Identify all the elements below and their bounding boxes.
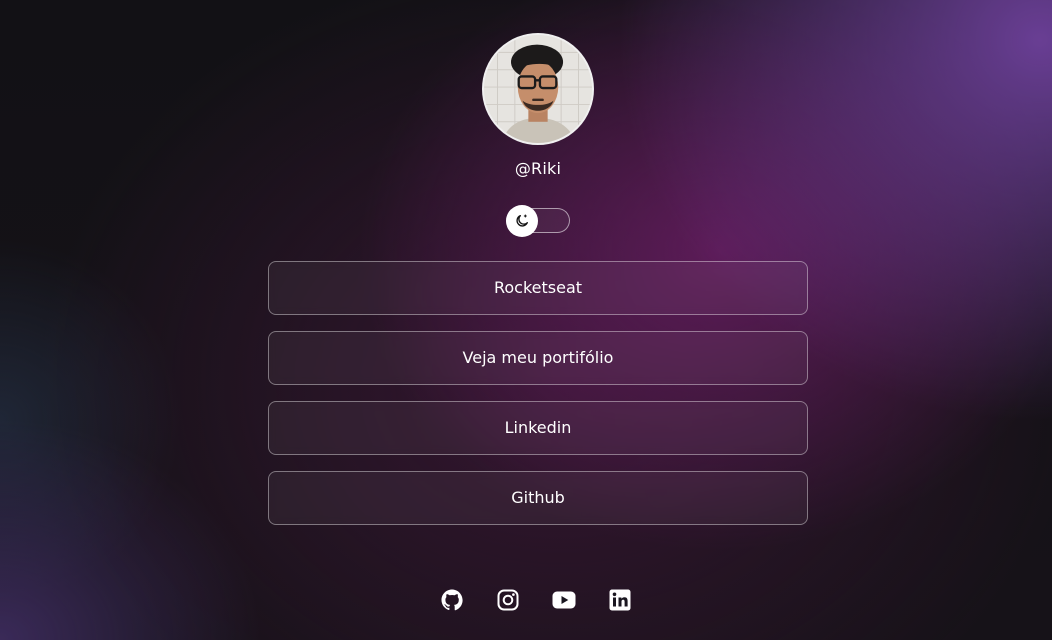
linkedin-link[interactable]: [608, 588, 632, 612]
youtube-icon: [552, 591, 576, 609]
avatar: [482, 33, 594, 145]
github-icon: [441, 589, 463, 611]
youtube-link[interactable]: [552, 588, 576, 612]
link-button-github[interactable]: Github: [268, 471, 808, 525]
link-button-linkedin[interactable]: Linkedin: [268, 401, 808, 455]
link-list: Rocketseat Veja meu portifólio Linkedin …: [268, 261, 808, 541]
list-item: Veja meu portifólio: [268, 331, 808, 385]
link-button-rocketseat[interactable]: Rocketseat: [268, 261, 808, 315]
moon-icon: [516, 214, 528, 227]
link-button-portfolio[interactable]: Veja meu portifólio: [268, 331, 808, 385]
github-link[interactable]: [440, 588, 464, 612]
profile-page: @Riki Rocketseat Veja meu portifólio Lin…: [0, 0, 1052, 640]
list-item: Linkedin: [268, 401, 808, 455]
theme-toggle[interactable]: [506, 205, 570, 237]
theme-toggle-knob[interactable]: [506, 205, 538, 237]
username: @Riki: [514, 159, 562, 178]
list-item: Github: [268, 471, 808, 525]
linkedin-icon: [609, 589, 631, 611]
avatar-photo: [484, 35, 592, 143]
social-links: [440, 588, 640, 614]
instagram-icon: [497, 589, 519, 611]
instagram-link[interactable]: [496, 588, 520, 612]
list-item: Rocketseat: [268, 261, 808, 315]
